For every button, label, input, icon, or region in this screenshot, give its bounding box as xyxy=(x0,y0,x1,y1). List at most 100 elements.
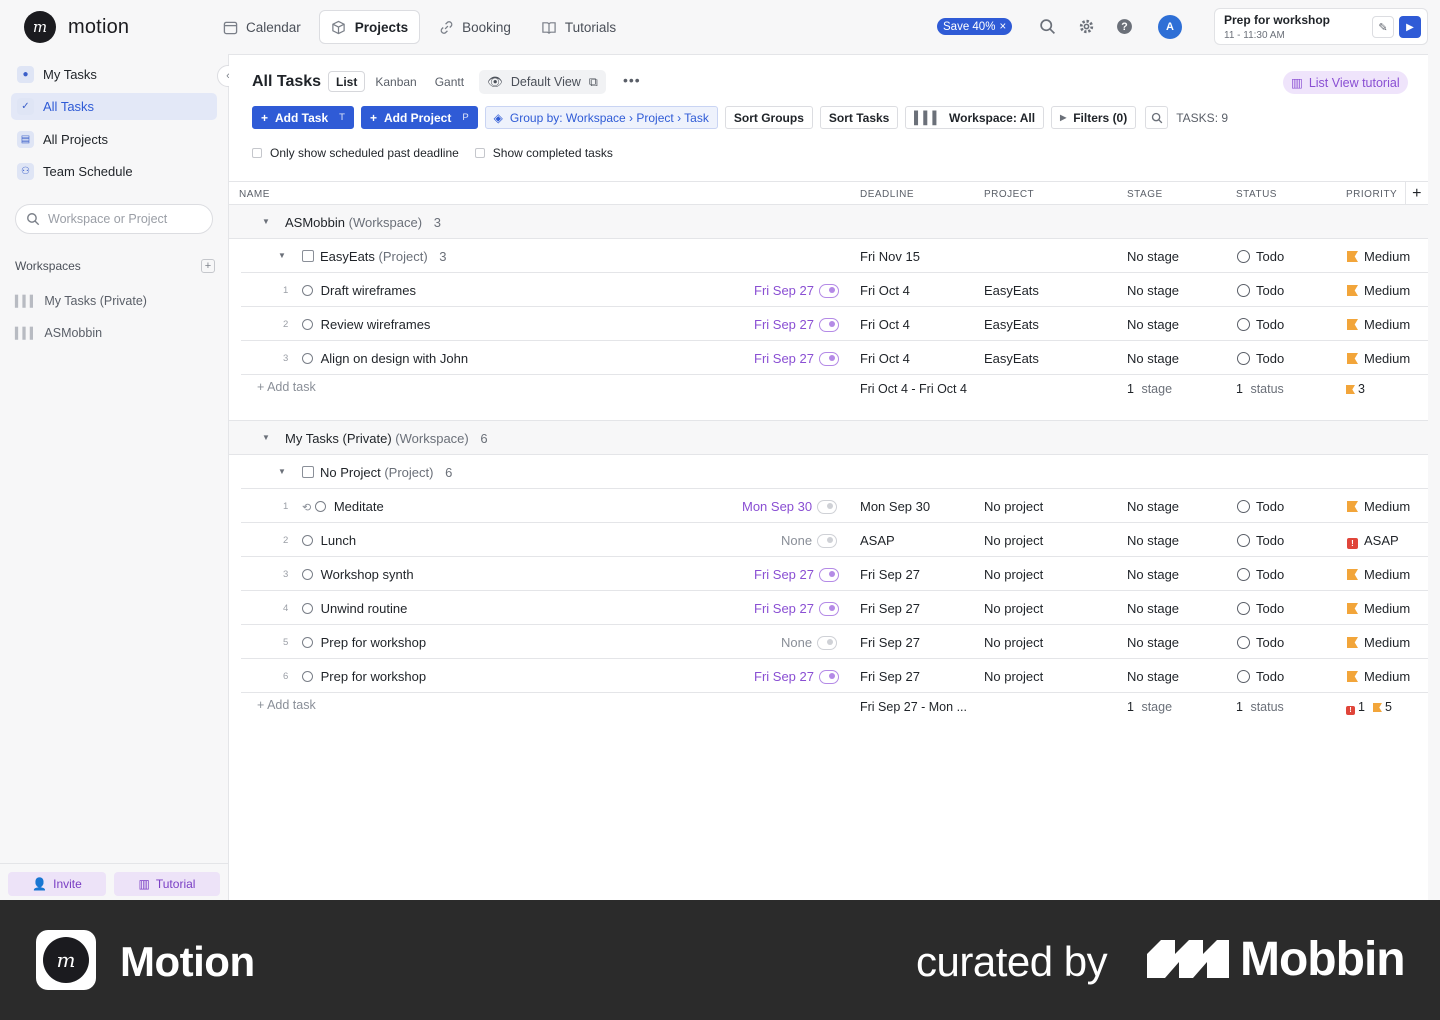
table-row[interactable]: 1 Draft wireframes Fri Sep 27 Fri Oct 4 … xyxy=(241,273,1428,307)
table-row[interactable]: 2 Review wireframes Fri Sep 27 Fri Oct 4… xyxy=(241,307,1428,341)
status-cell[interactable]: Todo xyxy=(1237,635,1284,650)
deadline-cell[interactable]: Fri Sep 27 xyxy=(860,669,920,684)
deadline-cell[interactable]: Fri Oct 4 xyxy=(860,351,910,366)
project-cell[interactable]: EasyEats xyxy=(984,283,1039,298)
scheduled-date-cell[interactable]: Fri Sep 27 xyxy=(754,317,839,332)
task-name-cell[interactable]: Draft wireframes xyxy=(302,283,416,298)
table-row[interactable]: 3 Workshop synth Fri Sep 27 Fri Sep 27 N… xyxy=(241,557,1428,591)
tab-kanban[interactable]: Kanban xyxy=(367,71,424,92)
task-name-cell[interactable]: Lunch xyxy=(302,533,356,548)
task-checkbox-icon[interactable] xyxy=(315,501,327,512)
sidebar-search-input[interactable] xyxy=(48,212,198,226)
scheduled-date-cell[interactable]: Fri Sep 27 xyxy=(754,567,839,582)
scheduled-date-cell[interactable]: None xyxy=(781,533,838,548)
task-name-cell[interactable]: Prep for workshop xyxy=(302,635,426,650)
search-icon[interactable] xyxy=(1037,16,1057,36)
chevron-down-icon[interactable]: ▼ xyxy=(262,433,270,442)
more-options-icon[interactable]: ••• xyxy=(623,72,641,88)
sidebar-workspace-my-tasks-private[interactable]: ▍▍▍ My Tasks (Private) xyxy=(15,294,147,308)
table-row[interactable]: 2 Lunch None ASAP No project No stage To… xyxy=(241,523,1428,557)
table-row[interactable]: 5 Prep for workshop None Fri Sep 27 No p… xyxy=(241,625,1428,659)
chevron-down-icon[interactable]: ▼ xyxy=(278,467,286,476)
priority-cell[interactable]: Medium xyxy=(1347,669,1410,684)
add-column-button[interactable]: + xyxy=(1405,182,1428,205)
stage-cell[interactable]: No stage xyxy=(1127,499,1179,514)
column-header-priority[interactable]: PRIORITY xyxy=(1346,189,1397,200)
project-cell[interactable]: No project xyxy=(984,499,1043,514)
help-icon[interactable]: ? xyxy=(1114,16,1134,36)
play-icon[interactable]: ▶ xyxy=(1399,16,1421,38)
auto-schedule-toggle-icon[interactable] xyxy=(817,636,838,650)
current-event-card[interactable]: Prep for workshop 11 - 11:30 AM ✎ ▶ xyxy=(1214,8,1428,45)
chevron-down-icon[interactable]: ▼ xyxy=(262,217,270,226)
filters-button[interactable]: ▶ Filters (0) xyxy=(1051,106,1137,129)
workspace-group-row[interactable]: ▼ My Tasks (Private) (Workspace) 6 xyxy=(229,421,1428,455)
priority-cell[interactable]: Medium xyxy=(1347,499,1410,514)
pencil-icon[interactable]: ✎ xyxy=(1372,16,1394,38)
project-cell[interactable]: No project xyxy=(984,601,1043,616)
priority-cell[interactable]: Medium xyxy=(1347,635,1410,650)
scheduled-date-cell[interactable]: None xyxy=(781,635,838,650)
add-workspace-button[interactable]: + xyxy=(201,259,215,273)
deadline-cell[interactable]: Mon Sep 30 xyxy=(860,499,930,514)
priority-cell[interactable]: Medium xyxy=(1347,249,1410,264)
status-cell[interactable]: Todo xyxy=(1237,283,1284,298)
project-cell[interactable]: EasyEats xyxy=(984,317,1039,332)
sidebar-workspace-asmobbin[interactable]: ▍▍▍ ASMobbin xyxy=(15,326,102,340)
table-row[interactable]: 1 ⟲ Meditate Mon Sep 30 Mon Sep 30 No pr… xyxy=(241,489,1428,523)
scheduled-date-cell[interactable]: Fri Sep 27 xyxy=(754,283,839,298)
auto-schedule-toggle-icon[interactable] xyxy=(818,602,839,616)
deadline-cell[interactable]: Fri Oct 4 xyxy=(860,283,910,298)
tutorial-button[interactable]: ▥ Tutorial xyxy=(114,872,220,896)
priority-cell[interactable]: Medium xyxy=(1347,283,1410,298)
past-deadline-checkbox[interactable]: Only show scheduled past deadline xyxy=(252,146,459,160)
task-name-cell[interactable]: Workshop synth xyxy=(302,567,414,582)
auto-schedule-toggle-icon[interactable] xyxy=(818,318,839,332)
auto-schedule-toggle-icon[interactable] xyxy=(817,500,838,514)
checkbox[interactable] xyxy=(474,148,485,158)
default-view-button[interactable]: 👁 Default View ⧉ xyxy=(479,70,606,94)
task-name-cell[interactable]: Review wireframes xyxy=(302,317,430,332)
scheduled-date-cell[interactable]: Fri Sep 27 xyxy=(754,669,839,684)
auto-schedule-toggle-icon[interactable] xyxy=(818,284,839,298)
auto-schedule-toggle-icon[interactable] xyxy=(818,352,839,366)
status-cell[interactable]: Todo xyxy=(1237,601,1284,616)
deadline-cell[interactable]: ASAP xyxy=(860,533,895,548)
table-row[interactable]: 6 Prep for workshop Fri Sep 27 Fri Sep 2… xyxy=(241,659,1428,693)
status-cell[interactable]: Todo xyxy=(1237,533,1284,548)
task-checkbox-icon[interactable] xyxy=(302,637,313,648)
deadline-cell[interactable]: Fri Oct 4 xyxy=(860,317,910,332)
priority-cell[interactable]: Medium xyxy=(1347,601,1410,616)
deadline-cell[interactable]: Fri Sep 27 xyxy=(860,567,920,582)
gear-icon[interactable] xyxy=(1076,16,1096,36)
task-checkbox-icon[interactable] xyxy=(302,671,313,682)
status-cell[interactable]: Todo xyxy=(1237,669,1284,684)
deadline-cell[interactable]: Fri Sep 27 xyxy=(860,635,920,650)
checkbox[interactable] xyxy=(252,148,262,158)
stage-cell[interactable]: No stage xyxy=(1127,351,1179,366)
stage-cell[interactable]: No stage xyxy=(1127,567,1179,582)
table-row[interactable]: 4 Unwind routine Fri Sep 27 Fri Sep 27 N… xyxy=(241,591,1428,625)
nav-tutorials[interactable]: Tutorials xyxy=(529,10,628,44)
auto-schedule-toggle-icon[interactable] xyxy=(818,670,839,684)
deadline-cell[interactable]: Fri Sep 27 xyxy=(860,601,920,616)
task-checkbox-icon[interactable] xyxy=(302,569,313,580)
task-checkbox-icon[interactable] xyxy=(302,535,313,546)
project-group-row[interactable]: ▼ EasyEats (Project) 3 Fri Nov 15 No sta… xyxy=(241,239,1428,273)
status-cell[interactable]: Todo xyxy=(1237,351,1284,366)
group-by-button[interactable]: ◈ Group by: Workspace › Project › Task xyxy=(484,106,718,129)
stage-cell[interactable]: No stage xyxy=(1127,249,1179,264)
project-cell[interactable]: No project xyxy=(984,635,1043,650)
priority-cell[interactable]: Medium xyxy=(1347,351,1410,366)
stage-cell[interactable]: No stage xyxy=(1127,669,1179,684)
priority-cell[interactable]: ! ASAP xyxy=(1347,533,1399,549)
close-icon[interactable]: × xyxy=(999,21,1006,33)
column-header-status[interactable]: STATUS xyxy=(1236,189,1277,200)
project-cell[interactable]: No project xyxy=(984,669,1043,684)
sort-groups-button[interactable]: Sort Groups xyxy=(724,106,813,129)
sort-tasks-button[interactable]: Sort Tasks xyxy=(819,106,899,129)
nav-projects[interactable]: Projects xyxy=(318,10,421,44)
status-cell[interactable]: Todo xyxy=(1237,249,1284,264)
task-checkbox-icon[interactable] xyxy=(302,603,313,614)
task-name-cell[interactable]: Unwind routine xyxy=(302,601,407,616)
